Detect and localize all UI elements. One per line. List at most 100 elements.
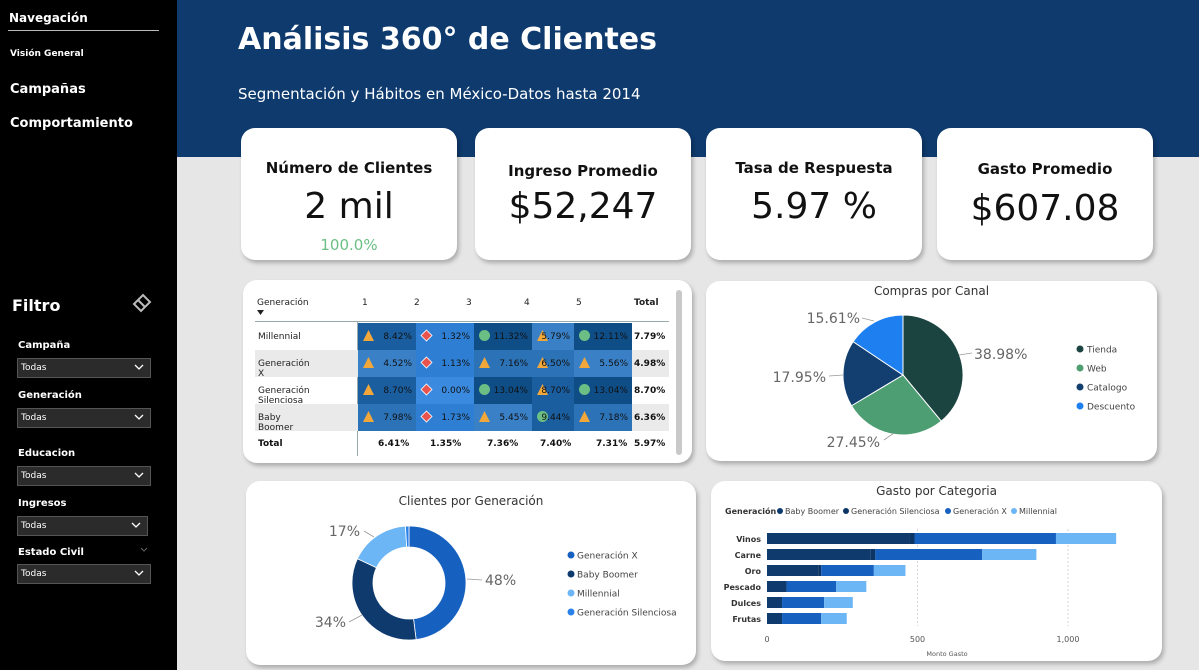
matrix-row-label: Generación Silenciosa (258, 386, 310, 406)
kpi-value: $52,247 (508, 186, 658, 227)
kpi-value: 2 mil (304, 186, 394, 227)
donut-value-label: 17% (329, 524, 360, 540)
donut-value-label: 34% (315, 615, 346, 631)
chevron-down-icon[interactable] (139, 546, 149, 554)
legend-label: Generación X (577, 551, 638, 562)
leader-line (348, 614, 363, 623)
leader-line (828, 374, 844, 377)
leader-line (363, 530, 375, 538)
diamond-indicator-icon (420, 410, 433, 423)
filter-select-estado-civil[interactable]: Todas (17, 564, 151, 584)
legend-marker (1076, 345, 1084, 353)
filter-select-educacion[interactable]: Todas (17, 466, 151, 486)
matrix-cell-value: 1.32% (441, 332, 470, 342)
circle-indicator-icon (579, 384, 590, 395)
bar-segment (821, 565, 874, 576)
bar-segment (782, 597, 825, 608)
bar-segment (786, 581, 837, 592)
indicator-shape (363, 384, 374, 395)
filter-select-campana[interactable]: Todas (17, 358, 151, 378)
matrix-column-total: 7.36% (487, 439, 519, 449)
matrix-cell: 4.52% (358, 350, 416, 377)
donut-slice (356, 525, 408, 569)
matrix-cell-value: 12.11% (593, 332, 628, 342)
matrix-cell-value: 4.52% (383, 359, 412, 369)
matrix-cell: 13.04% (474, 377, 532, 404)
indicator-shape (579, 384, 590, 395)
legend-label: Descuento (1087, 403, 1136, 413)
bar-segment (836, 581, 867, 592)
nav-item-comportamiento[interactable]: Comportamiento (10, 116, 133, 131)
indicator-shape (420, 410, 433, 423)
filter-label-educacion: Educacion (18, 448, 76, 459)
legend-marker (777, 508, 783, 514)
indicator-shape (479, 411, 490, 422)
bar-segment (821, 613, 847, 624)
legend-label: Tienda (1086, 346, 1117, 356)
legend-label: Millennial (577, 590, 620, 600)
matrix-cell-value: 8.70% (383, 386, 412, 396)
gasto-categoria-bar-chart: Generación Baby Boomer Generación Silencio… (724, 506, 1117, 658)
matrix-cell-value: 1.13% (441, 359, 470, 369)
kpi-sub: 100.0% (320, 236, 378, 254)
matrix-cell: 5.56% (574, 350, 632, 377)
matrix-column-total: 6.41% (378, 439, 410, 449)
matrix-cell: 0.00% (416, 377, 474, 404)
matrix-column-total: 1.35% (430, 439, 462, 449)
legend-marker (567, 551, 575, 559)
triangle-indicator-icon (363, 330, 374, 341)
legend-marker (945, 508, 951, 514)
filter-select-generacion[interactable]: Todas (17, 408, 151, 428)
matrix-scrollbar[interactable] (676, 290, 682, 455)
matrix-column-header: 2 (414, 298, 420, 308)
filter-label-campana: Campaña (18, 340, 71, 351)
eraser-icon[interactable] (130, 291, 154, 315)
circle-indicator-icon (579, 330, 590, 341)
diamond-indicator-icon (420, 356, 433, 369)
legend-marker (1076, 364, 1084, 372)
nav-item-campanas[interactable]: Campañas (10, 82, 86, 97)
kpi-value: 5.97 % (751, 186, 877, 227)
triangle-indicator-icon (363, 384, 374, 395)
legend-label: Baby Boomer (785, 507, 840, 516)
matrix-cell: 13.04% (574, 377, 632, 404)
bar-segment (1055, 533, 1117, 544)
matrix-column-header: Total (634, 298, 659, 308)
triangle-indicator-icon (363, 357, 374, 368)
filter-select-ingresos[interactable]: Todas (17, 516, 148, 536)
matrix-row-total: 6.36% (634, 413, 666, 423)
matrix-cell-value: 6.50% (541, 359, 570, 369)
kpi-label: Tasa de Respuesta (735, 159, 893, 177)
filter-value-campana: Todas (21, 363, 47, 373)
legend-label: Baby Boomer (577, 571, 638, 581)
triangle-indicator-icon (479, 411, 490, 422)
matrix-row-total: 8.70% (634, 386, 666, 396)
legend-label: Generación Silenciosa (577, 608, 677, 619)
indicator-shape (363, 357, 374, 368)
sort-caret-icon (257, 310, 264, 315)
compras-canal-pie: 38.98% 27.45% 17.95% 15.61% Tienda Web Catalog… (773, 311, 1136, 451)
matrix-cell-value: 13.04% (593, 386, 628, 396)
matrix-cell: 7.16% (474, 350, 532, 377)
pie-value-label: 15.61% (807, 311, 860, 327)
bar-segment (767, 597, 783, 608)
matrix-column-header: 4 (524, 298, 530, 308)
matrix-cell-value: 1.73% (441, 413, 470, 423)
category-label: Vinos (736, 535, 761, 544)
filter-label-estado-civil: Estado Civil (18, 547, 84, 558)
indicator-shape (363, 330, 374, 341)
matrix-cell-value: 8.42% (383, 332, 412, 342)
legend-label: Millennial (1019, 507, 1057, 516)
matrix-column-total: 5.97% (634, 439, 666, 449)
nav-item-vision-general[interactable]: Visión General (10, 49, 84, 59)
indicator-shape (363, 411, 374, 422)
nav-title: Navegación (9, 11, 88, 25)
bar-segment (870, 549, 876, 560)
chevron-down-icon (134, 570, 144, 576)
circle-indicator-icon (479, 384, 490, 395)
legend-marker (843, 508, 849, 514)
category-label: Frutas (732, 615, 761, 624)
legend-marker (1076, 402, 1084, 410)
bar-segment (767, 549, 871, 560)
indicator-shape (479, 384, 490, 395)
